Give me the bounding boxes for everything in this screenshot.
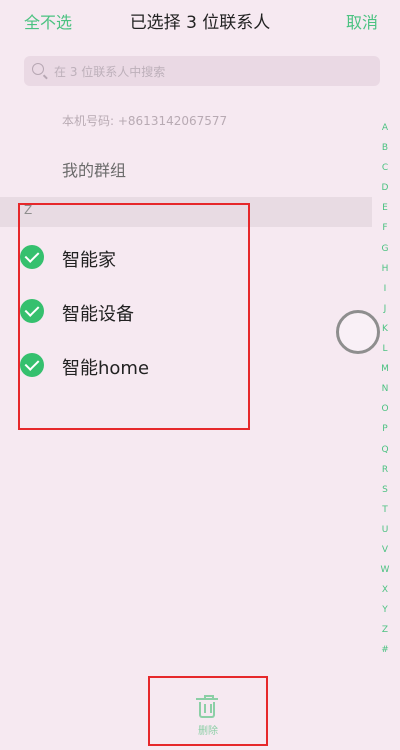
alphabet-letter[interactable]: C [376, 158, 394, 178]
delete-highlight-box [148, 676, 268, 746]
alphabet-letter[interactable]: M [376, 359, 394, 379]
alphabet-letter[interactable]: B [376, 138, 394, 158]
alphabet-letter[interactable]: T [376, 500, 394, 520]
alphabet-letter[interactable]: P [376, 419, 394, 439]
alphabet-letter[interactable]: # [376, 640, 394, 660]
alphabet-letter[interactable]: Q [376, 440, 394, 460]
cancel-button[interactable]: 取消 [346, 9, 378, 33]
alphabet-letter[interactable]: I [376, 279, 394, 299]
my-groups-item[interactable]: 我的群组 [62, 157, 126, 181]
my-phone-number: 本机号码: +8613142067577 [62, 114, 228, 128]
alphabet-letter[interactable]: L [376, 339, 394, 359]
alphabet-letter[interactable]: J [376, 299, 394, 319]
alphabet-letter[interactable]: Z [376, 620, 394, 640]
alphabet-letter[interactable]: X [376, 580, 394, 600]
alphabet-letter[interactable]: O [376, 399, 394, 419]
alphabet-letter[interactable]: G [376, 239, 394, 259]
alphabet-letter[interactable]: W [376, 560, 394, 580]
search-placeholder: 在 3 位联系人中搜索 [54, 65, 166, 79]
alphabet-letter[interactable]: U [376, 520, 394, 540]
alphabet-letter[interactable]: A [376, 118, 394, 138]
alphabet-letter[interactable]: E [376, 198, 394, 218]
assistive-touch-button[interactable] [336, 310, 380, 354]
alphabet-letter[interactable]: F [376, 218, 394, 238]
alphabet-letter[interactable]: Y [376, 600, 394, 620]
alphabet-letter[interactable]: N [376, 379, 394, 399]
search-input[interactable]: 在 3 位联系人中搜索 [24, 56, 380, 86]
alphabet-index[interactable]: A B C D E F G H I J K L M N O P Q R S T U V W X Y Z # [376, 118, 394, 661]
top-bar: 全不选 已选择 3 位联系人 取消 [0, 0, 400, 40]
alphabet-letter[interactable]: D [376, 178, 394, 198]
page-title: 已选择 3 位联系人 [129, 13, 271, 33]
alphabet-letter[interactable]: R [376, 460, 394, 480]
alphabet-letter[interactable]: H [376, 259, 394, 279]
alphabet-letter[interactable]: S [376, 480, 394, 500]
alphabet-letter[interactable]: V [376, 540, 394, 560]
contacts-highlight-box [18, 203, 250, 430]
search-icon [32, 63, 44, 75]
